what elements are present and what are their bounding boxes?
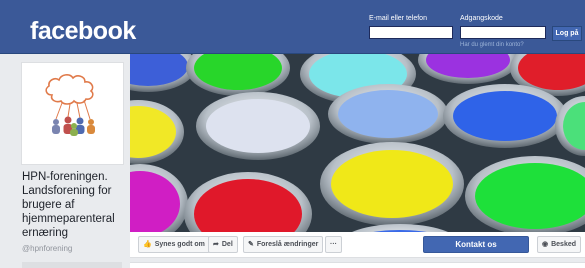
password-label: Adgangskode xyxy=(460,15,503,22)
email-input[interactable] xyxy=(369,26,453,39)
email-label: E-mail eller telefon xyxy=(369,15,427,22)
share-button-label: Del xyxy=(221,241,233,248)
left-column-divider xyxy=(22,262,122,268)
more-options-button[interactable]: ··· xyxy=(325,236,342,253)
password-input[interactable] xyxy=(460,26,546,39)
forgot-account-link[interactable]: Har du glemt din konto? xyxy=(460,42,524,48)
share-button[interactable]: ➦ Del xyxy=(208,236,238,253)
facebook-logo[interactable]: facebook xyxy=(30,17,136,46)
messenger-icon: ◉ xyxy=(542,241,549,248)
profile-picture[interactable] xyxy=(21,62,124,165)
suggest-edits-button[interactable]: ✎ Foreslå ændringer xyxy=(243,236,324,253)
page-title: HPN-foreningen. Landsforening for bruger… xyxy=(22,170,126,240)
page-action-bar: 👍 Synes godt om ➦ Del ✎ Foreslå ændringer ·… xyxy=(130,232,585,258)
like-button-label: Synes godt om xyxy=(154,241,205,248)
page-title-line: ernæring xyxy=(22,227,69,239)
thumbs-up-icon: 👍 xyxy=(143,241,152,248)
page-title-line: brugere af xyxy=(22,199,75,211)
suggest-edits-label: Foreslå ændringer xyxy=(256,241,319,248)
message-button[interactable]: ◉ Besked xyxy=(537,236,582,253)
pencil-icon: ✎ xyxy=(248,241,254,248)
login-button[interactable]: Log på xyxy=(552,26,582,41)
hpn-logo-icon xyxy=(45,74,95,136)
paint-cans-image xyxy=(130,54,585,232)
page-title-line: Landsforening for xyxy=(22,185,112,197)
page-handle[interactable]: @hpnforening xyxy=(22,244,72,253)
content-area-top xyxy=(130,262,585,268)
cover-photo[interactable] xyxy=(130,54,585,232)
top-navigation-bar: facebook E-mail eller telefon Adgangskod… xyxy=(0,0,585,54)
page-title-line: HPN-foreningen. xyxy=(22,171,108,183)
contact-us-button[interactable]: Kontakt os xyxy=(423,236,529,253)
page-title-line: hjemmeparenteral xyxy=(22,213,115,225)
message-button-label: Besked xyxy=(551,241,577,248)
like-button[interactable]: 👍 Synes godt om xyxy=(138,236,210,253)
share-arrow-icon: ➦ xyxy=(213,241,219,248)
